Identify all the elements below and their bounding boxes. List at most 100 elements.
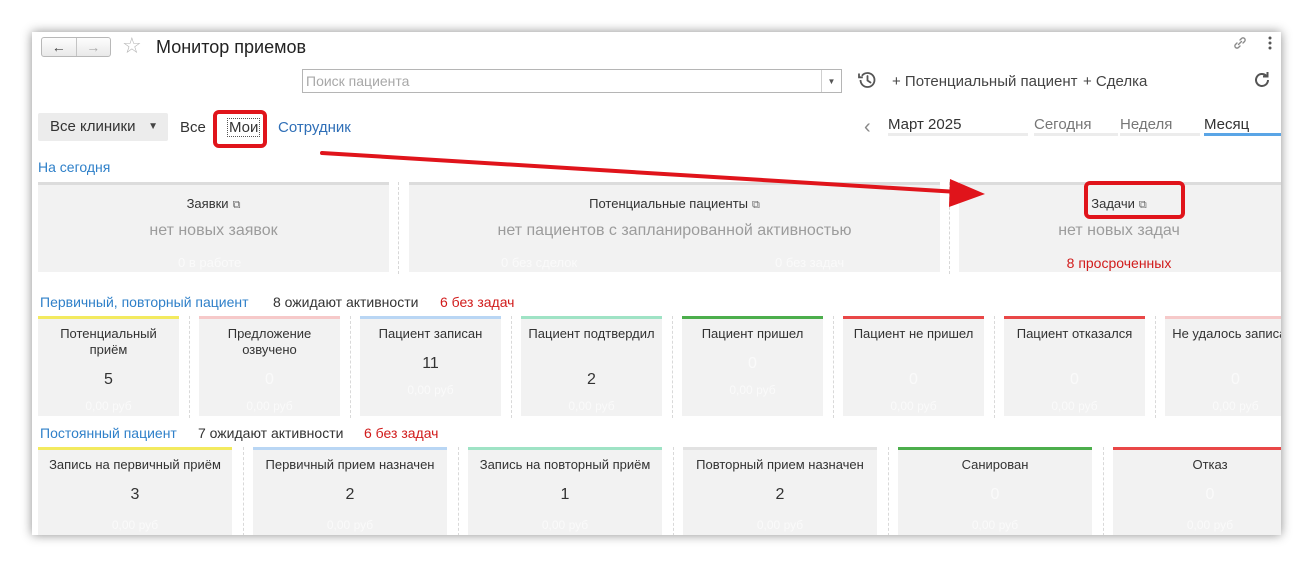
stage-card[interactable]: Пациент не пришел 0 0,00 руб xyxy=(843,316,984,416)
regular-waiting-activity[interactable]: 7 ожидают активности xyxy=(198,425,343,441)
stage-card[interactable]: Санирован 0 0,00 руб xyxy=(898,447,1092,535)
patient-search-input[interactable] xyxy=(303,70,821,92)
requests-card[interactable]: Заявки ⧉ нет новых заявок 0 в работе xyxy=(38,182,389,272)
stage-sum: 0,00 руб xyxy=(1051,399,1098,413)
stage-count: 0 xyxy=(909,371,918,388)
tab-month-label: Месяц xyxy=(1204,116,1250,133)
stage-name: Запись на повторный приём xyxy=(479,457,651,472)
potential-no-deals: 0 без сделок xyxy=(501,255,578,270)
requests-title-text: Заявки xyxy=(186,196,229,211)
stage-card[interactable]: Пациент подтвердил 2 0,00 руб xyxy=(521,316,662,416)
stage-name: Предложение озвучено xyxy=(227,326,312,357)
requests-in-work: 0 в работе xyxy=(178,255,242,270)
stage-count: 2 xyxy=(345,486,355,503)
stage-name: Пациент отказался xyxy=(1016,326,1133,341)
primary-no-tasks[interactable]: 6 без задач xyxy=(440,294,514,310)
patient-search: ▼ xyxy=(302,69,842,93)
stage-card[interactable]: Пациент пришел 0 0,00 руб xyxy=(682,316,823,416)
favorite-star-icon[interactable]: ☆ xyxy=(122,35,142,57)
period-month-field[interactable]: Март 2025 xyxy=(888,116,1028,136)
tab-month[interactable]: Месяц xyxy=(1204,116,1281,136)
chevron-down-icon: ▼ xyxy=(148,121,158,132)
stage-divider xyxy=(189,316,190,418)
stage-divider xyxy=(833,316,834,418)
annotation-highlight-tasks xyxy=(1084,181,1185,219)
tasks-card-status: нет новых задач xyxy=(1058,222,1180,239)
stage-name: Пациент подтвердил xyxy=(528,326,655,341)
open-external-icon[interactable]: ⧉ xyxy=(752,199,760,211)
primary-waiting-activity[interactable]: 8 ожидают активности xyxy=(273,294,418,310)
page-title: Монитор приемов xyxy=(156,37,307,57)
stage-sum: 0,00 руб xyxy=(568,399,615,413)
stage-sum: 0,00 руб xyxy=(541,518,589,532)
stage-count: 2 xyxy=(775,486,785,503)
stage-count: 0 xyxy=(990,486,1000,503)
filter-all[interactable]: Все xyxy=(180,119,206,136)
stage-card[interactable]: Не удалось записать 0 0,00 руб xyxy=(1165,316,1281,416)
stage-sum: 0,00 руб xyxy=(326,518,374,532)
stage-count: 11 xyxy=(422,355,439,372)
tab-week[interactable]: Неделя xyxy=(1120,116,1200,136)
stage-count: 1 xyxy=(560,486,570,503)
regular-funnel-label[interactable]: Постоянный пациент xyxy=(40,425,177,441)
primary-funnel-label[interactable]: Первичный, повторный пациент xyxy=(40,294,249,310)
stage-card[interactable]: Первичный прием назначен 2 0,00 руб xyxy=(253,447,447,535)
stage-divider xyxy=(511,316,512,418)
tab-today-label: Сегодня xyxy=(1034,116,1092,133)
add-potential-patient-button[interactable]: + Потенциальный пациент xyxy=(892,73,1077,90)
stage-card[interactable]: Потенциальный приём 5 0,00 руб xyxy=(38,316,179,416)
stage-count: 2 xyxy=(587,371,596,388)
card-divider xyxy=(398,182,399,274)
add-deal-button[interactable]: + Сделка xyxy=(1083,73,1147,90)
today-section-label[interactable]: На сегодня xyxy=(38,159,110,175)
stage-sum: 0,00 руб xyxy=(85,399,132,413)
stage-name: Запись на первичный приём xyxy=(49,457,221,472)
stage-sum: 0,00 руб xyxy=(1212,399,1259,413)
tasks-overdue-count[interactable]: 8 просроченных xyxy=(959,255,1279,271)
stage-count: 0 xyxy=(1205,486,1215,503)
tab-today[interactable]: Сегодня xyxy=(1034,116,1118,136)
open-external-icon[interactable]: ⧉ xyxy=(233,199,241,211)
potential-patients-card[interactable]: Потенциальные пациенты ⧉ нет пациентов с … xyxy=(409,182,940,272)
potential-patients-title-text: Потенциальные пациенты xyxy=(589,196,748,211)
link-icon[interactable] xyxy=(1232,35,1248,55)
stage-count: 5 xyxy=(104,371,113,388)
requests-card-status: нет новых заявок xyxy=(149,222,278,239)
stage-count: 3 xyxy=(130,486,140,503)
stage-name: Пациент записан xyxy=(378,326,483,341)
stage-divider xyxy=(1155,316,1156,418)
potential-no-tasks: 0 без задач xyxy=(775,255,845,270)
navigation-buttons: ← → xyxy=(41,37,111,57)
stage-card[interactable]: Отказ 0 0,00 руб xyxy=(1113,447,1281,535)
forward-icon[interactable]: → xyxy=(75,38,111,56)
stage-card[interactable]: Предложение озвучено 0 0,00 руб xyxy=(199,316,340,416)
stage-sum: 0,00 руб xyxy=(729,383,776,397)
stage-sum: 0,00 руб xyxy=(407,383,454,397)
stage-divider xyxy=(457,447,459,535)
stage-sum: 0,00 руб xyxy=(756,518,804,532)
stage-card[interactable]: Пациент записан 11 0,00 руб xyxy=(360,316,501,416)
stage-name: Первичный прием назначен xyxy=(265,457,435,472)
stage-sum: 0,00 руб xyxy=(971,518,1019,532)
filter-employee[interactable]: Сотрудник xyxy=(278,119,351,136)
clinic-select-value: Все клиники xyxy=(50,118,136,135)
stage-count: 0 xyxy=(1231,371,1240,388)
stage-name: Пациент пришел xyxy=(701,326,804,341)
stage-card[interactable]: Повторный прием назначен 2 0,00 руб xyxy=(683,447,877,535)
stage-card[interactable]: Пациент отказался 0 0,00 руб xyxy=(1004,316,1145,416)
stage-sum: 0,00 руб xyxy=(246,399,293,413)
tab-week-label: Неделя xyxy=(1120,116,1173,133)
back-icon[interactable]: ← xyxy=(42,38,76,56)
stage-card[interactable]: Запись на первичный приём 3 0,00 руб xyxy=(38,447,232,535)
refresh-icon[interactable] xyxy=(1252,70,1272,96)
more-menu-icon[interactable] xyxy=(1267,35,1273,55)
stage-card[interactable]: Запись на повторный приём 1 0,00 руб xyxy=(468,447,662,535)
chevron-left-icon[interactable]: ‹ xyxy=(864,116,871,139)
history-icon[interactable] xyxy=(856,69,878,91)
stage-name: Потенциальный приём xyxy=(60,326,157,357)
regular-no-tasks[interactable]: 6 без задач xyxy=(364,425,438,441)
stage-sum: 0,00 руб xyxy=(890,399,937,413)
card-divider xyxy=(949,182,950,274)
search-dropdown-icon[interactable]: ▼ xyxy=(821,70,841,92)
clinic-select[interactable]: Все клиники ▼ xyxy=(38,113,168,141)
